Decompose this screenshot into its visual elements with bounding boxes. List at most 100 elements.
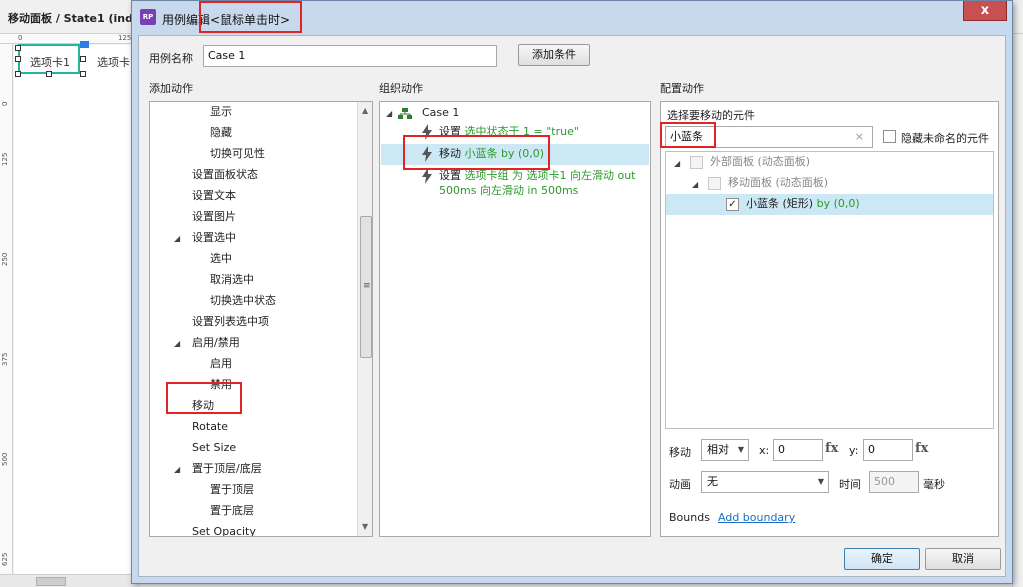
action-list-item[interactable]: 切换可见性 [210,144,265,164]
ruler-label: 125 [118,34,132,42]
ruler-label: 500 [1,452,9,466]
hide-unnamed-label: 隐藏未命名的元件 [901,132,989,145]
move-label: 移动 [669,446,691,459]
collapse-icon[interactable]: ◢ [174,234,180,243]
collapse-icon[interactable]: ◢ [174,339,180,348]
x-input[interactable]: 0 [773,439,823,461]
resize-handle[interactable] [80,71,86,77]
organize-actions-header: 组织动作 [379,82,423,95]
cancel-button[interactable]: 取消 [925,548,1001,570]
tab-label-2[interactable]: 选项卡 [97,54,130,70]
case-node[interactable]: Case 1 [422,103,459,123]
collapse-icon[interactable]: ◢ [674,159,680,168]
select-widget-label: 选择要移动的元件 [667,109,755,122]
y-label: y: [849,444,859,457]
x-fx-button[interactable]: fx [825,441,838,456]
configure-actions-panel: 选择要移动的元件 小蓝条 × 隐藏未命名的元件 ◢ 外部面板 (动态面板) ◢ … [660,101,999,537]
x-label: x: [759,444,770,457]
case-name-label: 用例名称 [149,52,193,65]
action-list-item[interactable]: 显示 [210,102,232,122]
dialog-body: 用例名称 Case 1 添加条件 添加动作 组织动作 配置动作 显示 隐藏 切换可见… [138,35,1006,577]
action-list-item[interactable]: Set Size [192,438,236,458]
action-list-item[interactable]: Set Opacity [192,522,256,536]
axure-rp-icon: RP [140,9,156,25]
case-name-input[interactable]: Case 1 [203,45,497,67]
action-list-item[interactable]: 启用/禁用 [192,333,240,353]
add-boundary-link[interactable]: Add boundary [718,511,795,524]
widget-tree[interactable]: ◢ 外部面板 (动态面板) ◢ 移动面板 (动态面板) ✓ 小蓝条 (矩形) b… [665,151,994,429]
action-list-item[interactable]: 设置列表选中项 [192,312,269,332]
clear-search-icon[interactable]: × [855,127,864,147]
action-list-item[interactable]: 选中 [210,249,232,269]
resize-handle[interactable] [80,56,86,62]
action-list-item[interactable]: 置于底层 [210,501,254,521]
action-list-item[interactable]: 置于顶层/底层 [192,459,262,479]
y-input[interactable]: 0 [863,439,913,461]
scroll-thumb[interactable] [36,577,66,586]
case-editor-dialog: RP 用例编辑<鼠标单击时> x 用例名称 Case 1 添加条件 添加动作 组… [131,0,1013,584]
action-list-item[interactable]: 取消选中 [210,270,254,290]
resize-handle[interactable] [15,45,21,51]
y-fx-button[interactable]: fx [915,441,928,456]
action-list-item[interactable]: 设置图片 [192,207,236,227]
ruler-label: 625 [1,552,9,566]
time-unit: 毫秒 [923,478,945,491]
tree-checkbox[interactable] [690,156,703,169]
confirm-button[interactable]: 确定 [844,548,920,570]
collapse-icon[interactable]: ◢ [174,465,180,474]
tree-checkbox-checked[interactable]: ✓ [726,198,739,211]
blue-bar-widget[interactable] [80,41,89,48]
scroll-down-icon[interactable]: ▼ [362,522,368,531]
tree-item-move-panel[interactable]: 移动面板 (动态面板) [728,173,828,193]
annotation-box-move-row [403,135,550,170]
vertical-scrollbar[interactable]: ▲ ≡ ▼ [357,102,372,536]
ruler-label: 375 [1,352,9,366]
action-list-item[interactable]: 隐藏 [210,123,232,143]
scroll-thumb[interactable]: ≡ [360,216,372,358]
action-list-item[interactable]: 设置文本 [192,186,236,206]
animation-select[interactable]: 无 ▼ [701,471,829,493]
tab-label-1[interactable]: 选项卡1 [30,54,70,70]
dialog-title-bar[interactable]: RP 用例编辑<鼠标单击时> x [132,1,1012,35]
action-list-item[interactable]: 设置面板状态 [192,165,258,185]
action-list-item[interactable]: 切换选中状态 [210,291,276,311]
add-actions-list[interactable]: 显示 隐藏 切换可见性 设置面板状态 设置文本 设置图片 设置选中 ◢ 选中 取消选中 切换选中状态… [149,101,373,537]
collapse-icon[interactable]: ◢ [692,180,698,189]
move-mode-select[interactable]: 相对 ▼ [701,439,749,461]
bounds-label: Bounds [669,511,710,524]
annotation-box-search [660,122,716,148]
scroll-up-icon[interactable]: ▲ [362,106,368,115]
lightning-icon [422,168,432,184]
dropdown-arrow-icon: ▼ [737,445,744,454]
tree-item-blue-bar[interactable]: 小蓝条 (矩形) by (0,0) [746,194,860,214]
grip-icon: ≡ [363,281,371,291]
ruler-label: 125 [1,152,9,166]
add-condition-button[interactable]: 添加条件 [518,44,590,66]
design-canvas[interactable] [14,45,140,574]
ruler-label: 250 [1,252,9,266]
resize-handle[interactable] [15,71,21,77]
annotation-box-title [199,1,302,33]
action-list-item[interactable]: 启用 [210,354,232,374]
tree-item-outer-panel[interactable]: 外部面板 (动态面板) [710,152,810,172]
configure-actions-header: 配置动作 [660,82,704,95]
right-panel-edge [1012,34,1023,587]
animation-label: 动画 [669,478,691,491]
action-list-item[interactable]: Rotate [192,417,228,437]
hide-unnamed-checkbox[interactable] [883,130,896,143]
time-input[interactable]: 500 [869,471,919,493]
tree-checkbox[interactable] [708,177,721,190]
action-list-item[interactable]: 设置选中 [192,228,236,248]
horizontal-scrollbar[interactable] [0,574,140,587]
dropdown-arrow-icon: ▼ [817,477,824,486]
horizontal-ruler: 0 125 [0,34,140,44]
close-button[interactable]: x [963,1,1007,21]
editor-title: 移动面板 / State1 (index [8,12,148,25]
action-list-item[interactable]: 置于顶层 [210,480,254,500]
resize-handle[interactable] [46,71,52,77]
resize-handle[interactable] [15,56,21,62]
collapse-icon[interactable]: ◢ [386,109,392,118]
time-label: 时间 [839,478,861,491]
annotation-box-move-action [166,382,242,414]
vertical-ruler: 0 125 250 375 500 625 [0,44,13,574]
